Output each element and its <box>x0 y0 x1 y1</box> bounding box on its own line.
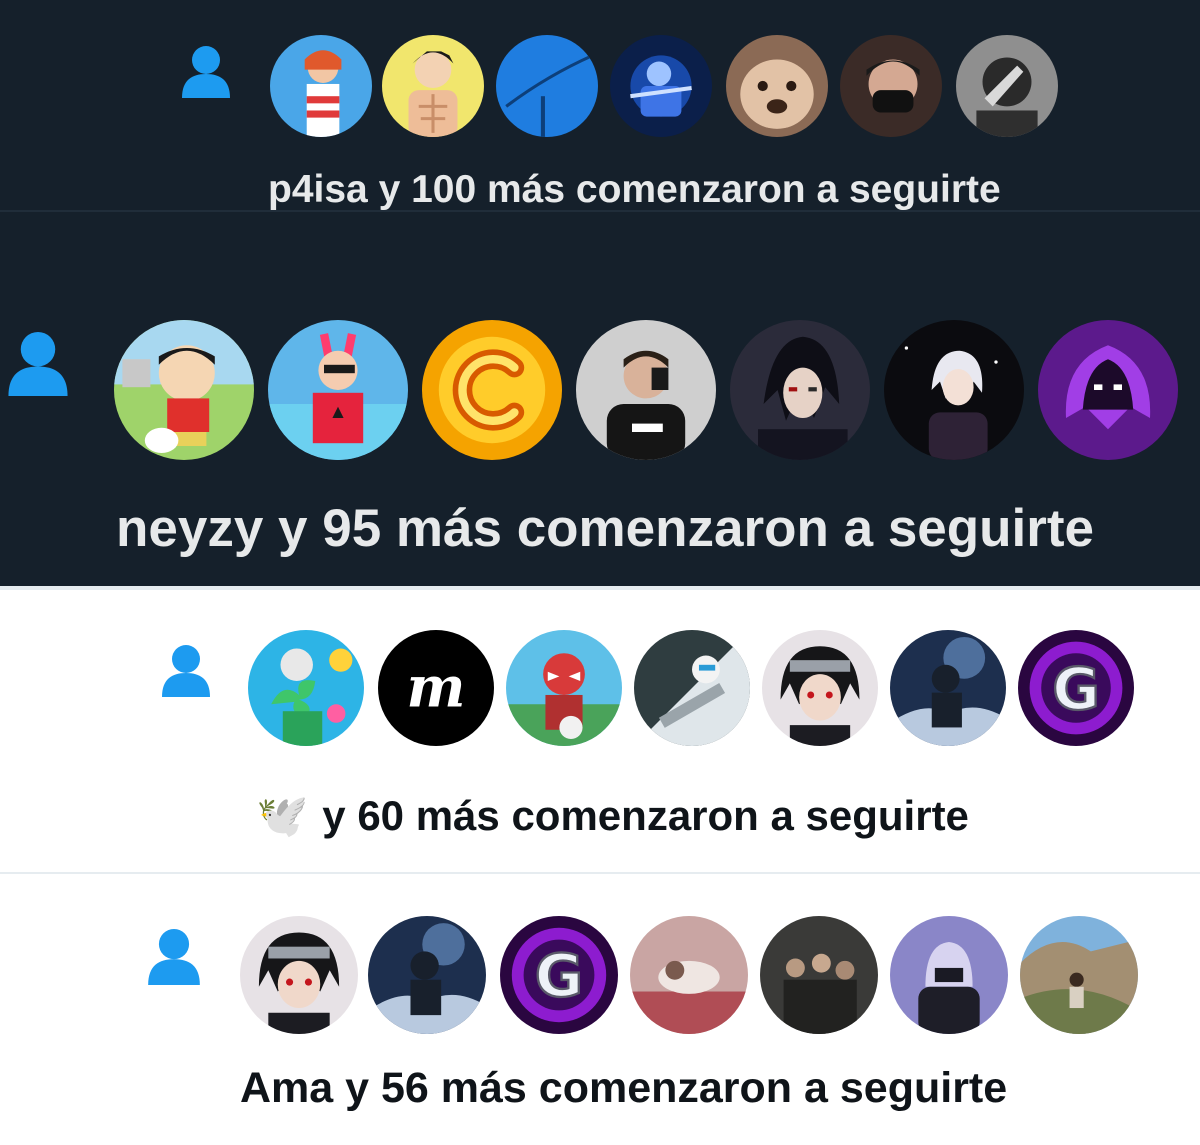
dim-photo-avatar[interactable] <box>630 916 748 1034</box>
mirror-selfie-avatar[interactable] <box>576 320 716 460</box>
notification-card-4[interactable]: G Ama y 56 más comenzaron a seguirte <box>0 874 1200 1145</box>
luchador-skin-avatar[interactable] <box>506 630 622 746</box>
notification-text: 🕊️ y 60 más comenzaron a seguirte <box>256 792 969 841</box>
notification-card-1[interactable]: p4isa y 100 más comenzaron a seguirte <box>0 0 1200 270</box>
itachi-avatar[interactable] <box>762 630 878 746</box>
person-icon <box>6 324 70 404</box>
shinchan-avatar[interactable] <box>114 320 254 460</box>
masked-person-avatar[interactable] <box>840 35 942 137</box>
stormy-character-avatar[interactable] <box>890 630 1006 746</box>
group-photo-avatar[interactable] <box>760 916 878 1034</box>
notification-text: p4isa y 100 más comenzaron a seguirte <box>268 168 1001 211</box>
itachi-avatar[interactable] <box>240 916 358 1034</box>
bulldog-avatar[interactable] <box>726 35 828 137</box>
anime-muscle-avatar[interactable] <box>382 35 484 137</box>
m-logo-avatar[interactable]: m <box>378 630 494 746</box>
g-logo-avatar[interactable]: G <box>1018 630 1134 746</box>
white-armor-avatar[interactable] <box>634 630 750 746</box>
hooded-anime-avatar[interactable] <box>890 916 1008 1034</box>
orange-c-logo-avatar[interactable] <box>422 320 562 460</box>
notification-card-3[interactable]: m G 🕊️ y 60 más comenzaron a seguirte <box>0 590 1200 872</box>
bunny-skin-avatar[interactable] <box>268 320 408 460</box>
person-icon <box>160 642 212 700</box>
svg-text:G: G <box>535 941 583 1010</box>
notification-text-body: y 60 más comenzaron a seguirte <box>322 792 969 839</box>
blue-sky-avatar[interactable] <box>496 35 598 137</box>
divider <box>0 210 1200 212</box>
person-icon <box>146 924 202 990</box>
notification-text: neyzy y 95 más comenzaron a seguirte <box>116 499 1094 558</box>
notification-text: Ama y 56 más comenzaron a seguirte <box>240 1064 1008 1112</box>
person-icon <box>180 44 232 100</box>
dark-anime-avatar[interactable] <box>730 320 870 460</box>
dove-emoji: 🕊️ <box>256 792 309 839</box>
stormy-character-avatar[interactable] <box>368 916 486 1034</box>
svg-text:m: m <box>407 656 466 721</box>
g-logo-avatar[interactable]: G <box>500 916 618 1034</box>
grey-hand-avatar[interactable] <box>956 35 1058 137</box>
clover-skin-avatar[interactable] <box>248 630 364 746</box>
white-hair-anime-avatar[interactable] <box>884 320 1024 460</box>
blue-gamer-avatar[interactable] <box>610 35 712 137</box>
purple-raven-avatar[interactable] <box>1038 320 1178 460</box>
rocks-photo-avatar[interactable] <box>1020 916 1138 1034</box>
notification-card-2[interactable]: neyzy y 95 más comenzaron a seguirte <box>0 270 1200 586</box>
svg-text:G: G <box>1052 655 1100 723</box>
fortnite-skin-avatar[interactable] <box>270 35 372 137</box>
